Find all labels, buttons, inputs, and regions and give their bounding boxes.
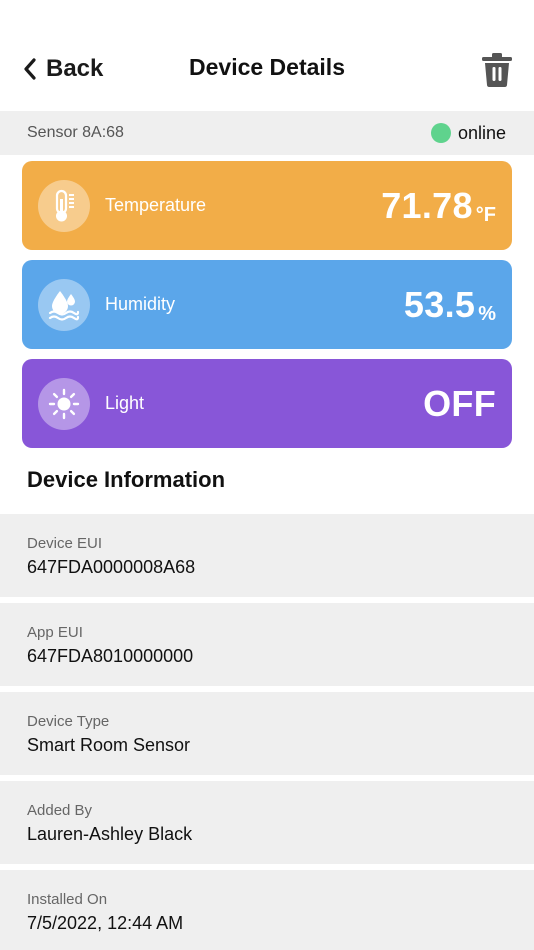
online-status: online [430,122,506,144]
light-label: Light [105,393,145,413]
temperature-value: 71.78 °F [381,185,496,227]
sensor-status-bar: Sensor 8A:68 online [0,111,534,155]
info-row-device-type: Device Type Smart Room Sensor [0,692,534,775]
status-text: online [457,122,506,143]
info-label: Added By [27,802,93,819]
delete-button[interactable] [478,51,516,89]
back-label: Back [46,55,104,82]
light-state: OFF [423,382,496,424]
humidity-card[interactable]: Humidity 53.5 % [22,260,512,349]
info-value: 7/5/2022, 12:44 AM [27,913,184,933]
thermometer-icon [38,179,90,232]
water-drop-icon [38,278,90,331]
status-dot [430,123,451,143]
temperature-unit: °F [475,203,496,226]
info-value: Smart Room Sensor [27,735,191,755]
humidity-unit: % [478,302,496,325]
temperature-number: 71.78 [381,184,473,226]
light-card[interactable]: Light OFF [22,359,512,448]
chevron-left-icon [24,58,36,80]
trash-icon [482,53,512,87]
light-value: OFF [423,383,496,425]
humidity-value: 53.5 % [404,284,496,326]
info-label: Installed On [27,891,108,908]
back-button[interactable]: Back [22,52,103,86]
info-row-device-eui: Device EUI 647FDA0000008A68 [0,514,534,597]
sun-icon [38,377,90,430]
device-information-title: Device Information [27,467,226,492]
info-label: App EUI [27,624,83,641]
info-value: 647FDA8010000000 [27,646,194,666]
navigation-bar: Back Device Details [0,0,534,111]
info-row-app-eui: App EUI 647FDA8010000000 [0,603,534,686]
temperature-label: Temperature [105,195,207,215]
info-row-installed-on: Installed On 7/5/2022, 12:44 AM [0,870,534,950]
info-label: Device Type [27,713,110,730]
info-label: Device EUI [27,535,103,552]
humidity-label: Humidity [105,294,176,314]
info-value: 647FDA0000008A68 [27,557,196,577]
temperature-card[interactable]: Temperature 71.78 °F [22,161,512,250]
info-row-added-by: Added By Lauren-Ashley Black [0,781,534,864]
sensor-name: Sensor 8A:68 [27,124,124,141]
humidity-number: 53.5 [403,283,476,325]
info-value: Lauren-Ashley Black [27,824,193,844]
